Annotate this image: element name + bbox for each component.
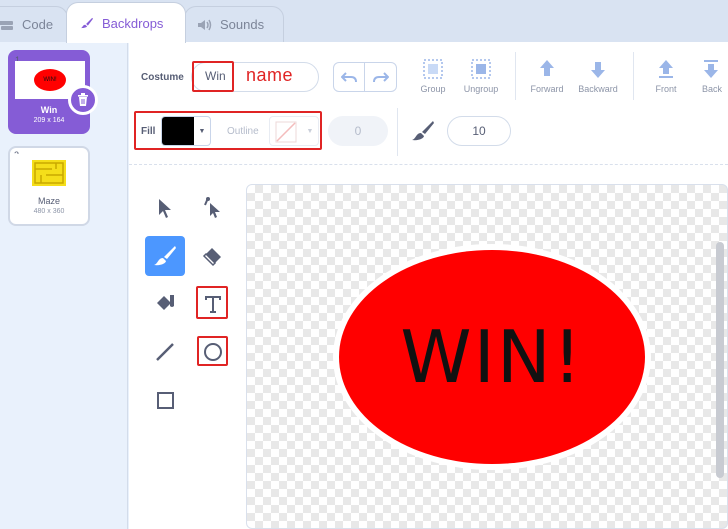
backdrop-size: 209 x 164: [33, 117, 65, 124]
send-to-back-icon: [704, 60, 718, 78]
code-icon: [0, 20, 13, 30]
backdrop-size: 480 x 360: [33, 208, 65, 215]
chevron-down-icon: ▼: [198, 127, 206, 135]
undo-icon: [341, 72, 357, 83]
circle-tool-highlight-box: [197, 336, 228, 366]
tab-sounds-label: Sounds: [220, 17, 265, 32]
fill-color-swatch: [162, 117, 194, 145]
trash-icon: [78, 93, 88, 106]
fill-tool[interactable]: [145, 284, 185, 324]
rectangle-tool[interactable]: [145, 380, 185, 420]
backdrop-name: Maze: [37, 196, 60, 206]
tab-code[interactable]: Code: [0, 6, 68, 42]
arrow-down-icon: [591, 62, 605, 78]
fill-color-picker[interactable]: ▼: [161, 116, 211, 146]
brush-size-input[interactable]: 10: [447, 116, 511, 146]
paint-bucket-icon: [157, 295, 174, 310]
name-highlight-box: [192, 61, 234, 92]
backdrop-thumbnail: [14, 154, 84, 192]
tab-backdrops[interactable]: Backdrops: [66, 2, 186, 43]
tab-sounds[interactable]: Sounds: [184, 6, 284, 42]
outline-color-picker[interactable]: ▼: [269, 116, 319, 146]
brush-size-icon: [412, 121, 434, 141]
speaker-icon: [198, 19, 212, 30]
maze-thumbnail-image: [32, 160, 66, 186]
eraser-tool[interactable]: [193, 236, 233, 276]
redo-button[interactable]: [365, 63, 396, 91]
canvas-scrollbar[interactable]: [716, 242, 724, 478]
select-tool[interactable]: [145, 188, 185, 228]
toolbar-bottom-divider: [129, 164, 728, 165]
chevron-down-icon: ▼: [306, 127, 314, 135]
paintbrush-icon: [81, 17, 93, 29]
brush-tool[interactable]: [145, 236, 185, 276]
undo-redo-group: [333, 62, 397, 92]
thumbnail-text: WIN!: [43, 77, 57, 83]
no-color-icon: [275, 121, 297, 143]
toolbar-divider: [515, 52, 516, 100]
rectangle-icon: [157, 392, 174, 409]
backward-button[interactable]: Backward: [568, 58, 628, 94]
arrow-up-icon: [540, 60, 554, 76]
red-ellipse-shape[interactable]: WIN!: [339, 250, 645, 464]
reshape-tool[interactable]: [193, 188, 233, 228]
bring-to-front-icon: [659, 60, 673, 78]
tab-code-label: Code: [22, 17, 54, 32]
toolbar-divider: [633, 52, 634, 100]
group-icon: [423, 59, 443, 79]
redo-icon: [372, 72, 389, 83]
select-arrow-icon: [159, 199, 171, 218]
eraser-icon: [202, 248, 221, 267]
tab-backdrops-label: Backdrops: [102, 15, 164, 31]
text-tool-highlight-box: [196, 286, 228, 319]
undo-button[interactable]: [334, 63, 366, 91]
ungroup-button[interactable]: Ungroup: [451, 58, 511, 94]
tab-bar: Code Backdrops Sounds: [0, 0, 728, 43]
fill-label: Fill: [141, 126, 156, 137]
paint-editor: Costume Win name Group Ungroup Forward B…: [129, 42, 728, 529]
back-button[interactable]: Back: [686, 58, 728, 94]
brush-icon: [154, 246, 176, 266]
costume-label: Costume: [141, 72, 184, 83]
name-annotation: name: [246, 65, 294, 85]
backdrop-list: 1 WIN! Win 209 x 164 2 Maze 480 x 360: [0, 42, 128, 529]
ungroup-icon: [471, 59, 491, 79]
toolbar-divider: [397, 108, 398, 156]
reshape-icon: [204, 197, 220, 218]
delete-backdrop-button[interactable]: [68, 85, 98, 115]
canvas-win-text[interactable]: WIN!: [400, 315, 583, 399]
outline-width-input[interactable]: 0: [328, 116, 388, 146]
line-icon: [156, 343, 174, 361]
outline-label: Outline: [227, 126, 259, 137]
line-tool[interactable]: [145, 332, 185, 372]
backdrop-item-maze[interactable]: 2 Maze 480 x 360: [8, 146, 90, 226]
